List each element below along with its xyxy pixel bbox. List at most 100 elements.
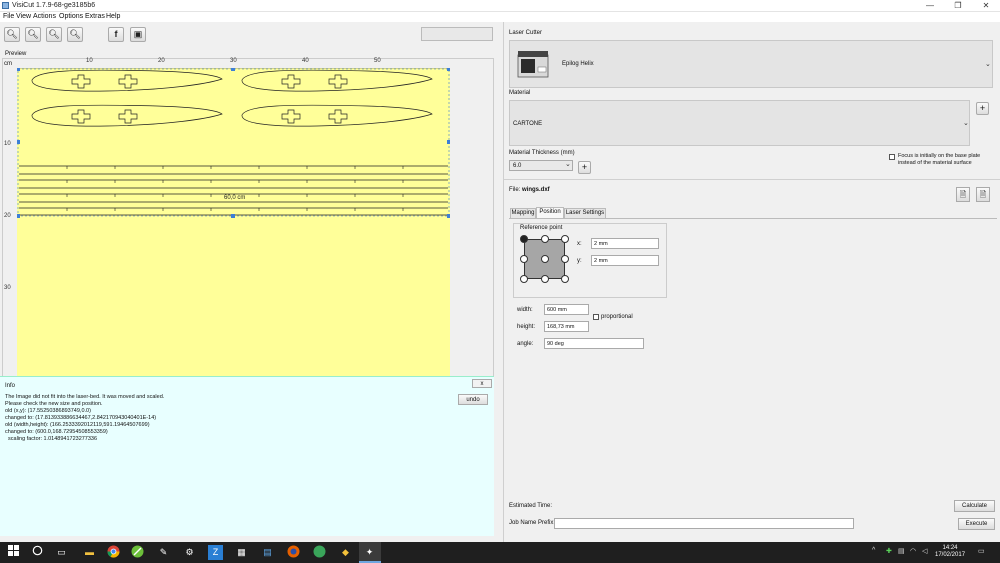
chrome-icon[interactable] (106, 545, 121, 560)
reference-point-center[interactable] (541, 255, 549, 263)
height-input[interactable]: 168,73 mm (544, 321, 589, 332)
x-input[interactable]: 2 mm (591, 238, 659, 249)
x-tick-label: 30 (230, 58, 237, 64)
menu-help[interactable]: Help (106, 13, 120, 20)
camera-button[interactable]: ▣ (130, 27, 146, 42)
reference-point-bottom-right[interactable] (561, 275, 569, 283)
focus-checkbox[interactable] (889, 154, 895, 160)
reference-point-bottom-center[interactable] (541, 275, 549, 283)
width-input[interactable]: 600 mm (544, 304, 589, 315)
facebook-button[interactable]: f (108, 27, 124, 42)
thickness-select[interactable]: 6.0 ⌄ (509, 160, 573, 171)
right-panel: Laser Cutter Epilog Helix ⌄ Material CAR… (503, 22, 1000, 542)
zoom-in-button[interactable]: 🔍︎ (25, 27, 41, 42)
app-icon[interactable]: ⚙ (182, 545, 197, 560)
tab-laser-settings[interactable]: Laser Settings (564, 208, 606, 218)
reference-point-middle-right[interactable] (561, 255, 569, 263)
restore-button[interactable]: ❐ (944, 0, 972, 12)
notifications-icon[interactable]: ▭ (978, 547, 985, 555)
add-thickness-button[interactable]: + (578, 161, 591, 174)
tray-arrow-icon[interactable]: ^ (872, 547, 875, 554)
clock-date: 17/02/2017 (935, 552, 966, 558)
y-label: y: (577, 258, 582, 264)
reference-point-middle-left[interactable] (520, 255, 528, 263)
laser-cutter-select[interactable]: Epilog Helix ⌄ (509, 40, 993, 88)
zoom-fit-button[interactable]: 🔍︎ (46, 27, 62, 42)
app-icon[interactable]: ▤ (260, 545, 275, 560)
reference-point-top-right[interactable] (561, 235, 569, 243)
reference-point-label: Reference point (520, 225, 563, 231)
network-icon[interactable]: ▤ (898, 547, 905, 555)
thickness-value: 6.0 (513, 163, 522, 169)
progress-bar (421, 27, 493, 41)
y-input[interactable]: 2 mm (591, 255, 659, 266)
tab-mapping[interactable]: Mapping (510, 208, 536, 218)
unit-label: cm (4, 61, 12, 67)
menu-file[interactable]: File (3, 13, 14, 20)
proportional-checkbox[interactable] (593, 314, 599, 320)
app-icon[interactable] (312, 545, 327, 560)
inkscape-icon[interactable]: ✎ (156, 545, 171, 560)
angle-input[interactable]: 90 deg (544, 338, 644, 349)
resize-handle (231, 214, 235, 218)
wifi-icon[interactable]: ◠ (910, 547, 916, 555)
material-select[interactable]: CARTONE ⌄ (509, 100, 970, 146)
file-label: File: wings.dxf (509, 187, 550, 193)
calculate-button[interactable]: Calculate (954, 500, 995, 512)
y-tick-label: 20 (4, 213, 11, 219)
windows-start-icon[interactable] (6, 545, 21, 560)
thickness-label: Material Thickness (mm) (509, 150, 575, 156)
zoom-reset-button[interactable]: 🔍︎ (67, 27, 83, 42)
firefox-icon[interactable] (286, 545, 301, 560)
chevron-down-icon: ⌄ (565, 161, 571, 168)
menu-bar: File View Actions Options Extras Help (0, 12, 1000, 22)
y-tick-label: 10 (4, 141, 11, 147)
undo-button[interactable]: undo (458, 394, 488, 405)
material-label: Material (509, 90, 531, 96)
cortana-icon[interactable] (30, 545, 45, 560)
volume-icon[interactable]: ◁ (922, 547, 927, 555)
info-line: changed to: (600.0,168.72954508553359) (5, 429, 108, 435)
title-bar: VisiCut 1.7.9-68-ge3185b6 — ❐ ✕ (0, 0, 1000, 12)
reference-point-bottom-left[interactable] (520, 275, 528, 283)
app-icon[interactable]: Z (208, 545, 223, 560)
angle-label: angle: (517, 341, 534, 347)
task-view-icon[interactable]: ▭ (54, 545, 69, 560)
info-line: Please check the new size and position. (5, 401, 103, 407)
clock[interactable]: 14:24 17/02/2017 (935, 545, 965, 559)
job-prefix-label: Job Name Prefix: (509, 520, 556, 526)
menu-actions[interactable]: Actions (33, 13, 56, 20)
divider (504, 179, 1000, 180)
close-button[interactable]: ✕ (972, 0, 1000, 12)
app-icon[interactable]: ◆ (338, 545, 353, 560)
open-document-button[interactable]: 🗎 (976, 187, 990, 202)
info-line: The Image did not fit into the laser-bed… (5, 394, 165, 400)
menu-extras[interactable]: Extras (85, 13, 105, 20)
save-document-button[interactable]: 🗎 (956, 187, 970, 202)
minimize-button[interactable]: — (916, 0, 944, 12)
focus-label-line: Focus is initially on the base plate (898, 153, 981, 159)
info-message: The Image did not fit into the laser-bed… (5, 394, 164, 443)
app-icon[interactable] (130, 545, 145, 560)
file-name: wings.dxf (522, 187, 550, 193)
reference-point-top-left[interactable] (520, 235, 528, 243)
dimension-label: 60,0 cm (224, 195, 246, 201)
add-material-button[interactable]: + (976, 102, 989, 115)
execute-button[interactable]: Execute (958, 518, 995, 530)
workpiece-preview[interactable] (17, 68, 450, 381)
width-label: width: (517, 307, 533, 313)
calculator-icon[interactable]: ▦ (234, 545, 249, 560)
job-prefix-input[interactable] (554, 518, 854, 529)
clock-time: 14:24 (942, 545, 958, 551)
reference-point-top-center[interactable] (541, 235, 549, 243)
visicut-taskbar-item[interactable]: ✦ (359, 542, 381, 563)
tab-position[interactable]: Position (536, 207, 564, 218)
file-explorer-icon[interactable]: ▬ (82, 545, 97, 560)
info-close-button[interactable]: x (472, 379, 492, 388)
info-line: old (x,y): (17.55250386893749,0.0) (5, 408, 91, 414)
chevron-down-icon: ⌄ (963, 120, 969, 127)
zoom-out-button[interactable]: 🔍︎ (4, 27, 20, 42)
tray-app-icon[interactable]: ✚ (886, 547, 892, 555)
menu-view[interactable]: View (16, 13, 31, 20)
menu-options[interactable]: Options (59, 13, 83, 20)
